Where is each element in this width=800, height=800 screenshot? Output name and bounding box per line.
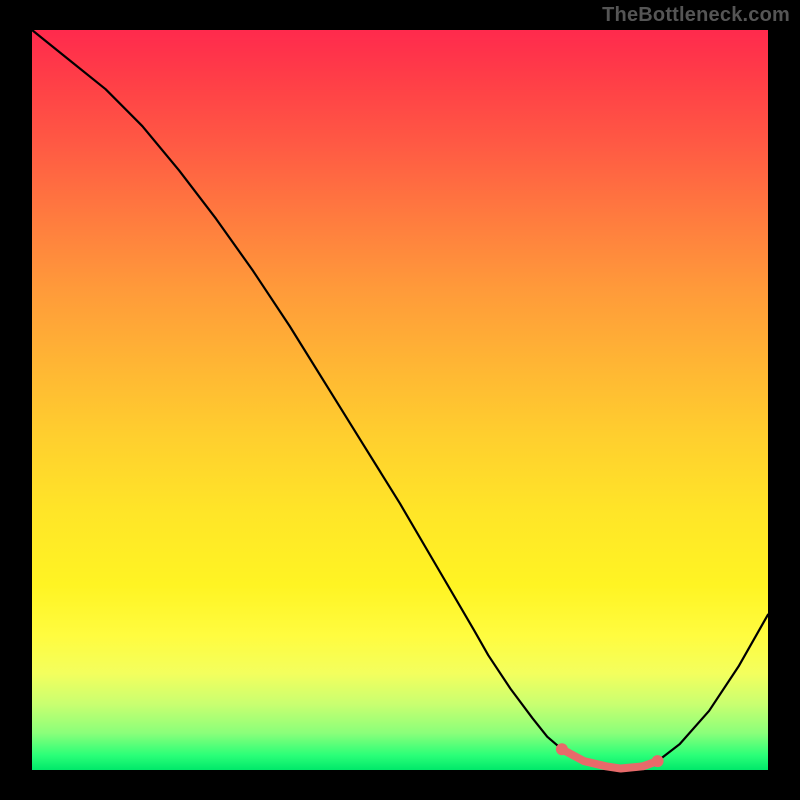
selection-end-dot bbox=[652, 755, 664, 767]
chart-frame: TheBottleneck.com bbox=[0, 0, 800, 800]
plot-area bbox=[32, 30, 768, 770]
selection-highlight bbox=[562, 749, 658, 768]
selection-end-dot bbox=[556, 743, 568, 755]
watermark-text: TheBottleneck.com bbox=[602, 4, 790, 27]
plot-svg bbox=[32, 30, 768, 770]
bottleneck-curve bbox=[32, 30, 768, 769]
